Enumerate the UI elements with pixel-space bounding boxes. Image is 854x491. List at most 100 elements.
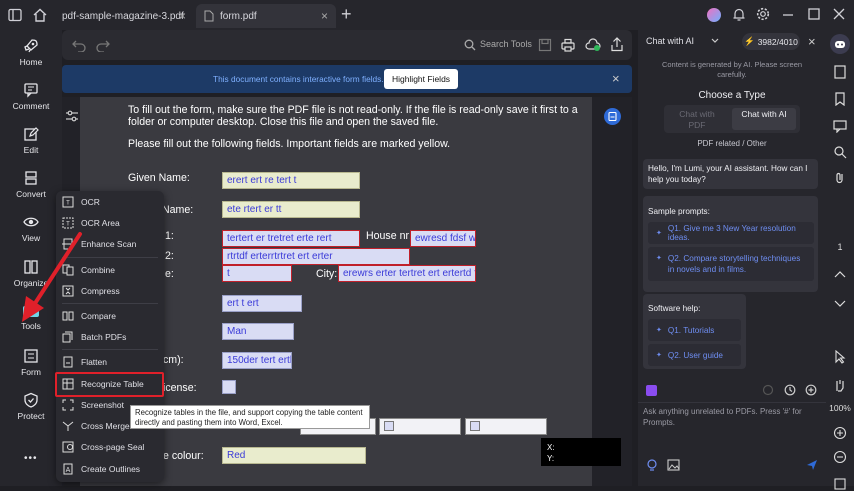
minimize-icon[interactable]	[781, 7, 797, 23]
sidebar-toggle-icon[interactable]	[8, 8, 22, 22]
help-prompt-1[interactable]: ✦ Q1. Tutorials	[648, 319, 741, 341]
greeting-text: Hello, I'm Lumi, your AI assistant. How …	[648, 164, 808, 184]
sidebar-item-comment[interactable]: Comment	[0, 82, 62, 126]
undo-icon[interactable]	[72, 38, 86, 52]
close-icon[interactable]: ×	[321, 9, 328, 23]
license-checkbox[interactable]	[222, 380, 236, 394]
image-upload-icon[interactable]	[667, 459, 680, 471]
checkbox-icon	[384, 421, 394, 431]
cloud-sync-icon[interactable]	[585, 38, 601, 52]
disclaimer: Content is generated by AI. Please scree…	[661, 60, 803, 79]
search-icon[interactable]	[464, 39, 476, 51]
top-toolbar: Search Tools	[62, 30, 632, 60]
maximize-icon[interactable]	[807, 7, 823, 23]
highlight-fields-button[interactable]: Highlight Fields	[384, 69, 458, 89]
menu-item-ocr[interactable]: T OCR	[56, 191, 164, 213]
more-button[interactable]: •••	[24, 453, 38, 464]
pages-icon[interactable]	[833, 65, 847, 79]
tab-label: form.pdf	[220, 10, 257, 22]
settings-sliders-icon[interactable]	[65, 109, 79, 123]
panel-close-icon[interactable]: ×	[808, 34, 816, 49]
redo-icon[interactable]	[96, 38, 110, 52]
menu-item-batch-pdfs[interactable]: Batch PDFs	[56, 326, 164, 348]
window-close-icon[interactable]	[832, 7, 848, 23]
page-number[interactable]: 1	[826, 242, 854, 252]
banner-close-button[interactable]: ×	[612, 71, 620, 86]
sidebar-item-form[interactable]: Form	[0, 348, 62, 392]
prompt-text: Q2. User guide	[667, 350, 723, 360]
label-postcode: e:	[165, 268, 174, 280]
new-chat-icon[interactable]	[805, 384, 817, 396]
close-icon[interactable]: ×	[179, 9, 186, 23]
chevron-down-icon[interactable]	[834, 300, 846, 308]
help-prompt-2[interactable]: ✦ Q2. User guide	[648, 344, 741, 366]
fit-page-icon[interactable]	[833, 477, 847, 491]
search-tools-input[interactable]: Search Tools	[480, 39, 532, 49]
comment-icon	[23, 82, 39, 101]
menu-item-label: Cross Merge	[81, 421, 130, 431]
chevron-down-icon[interactable]	[711, 38, 719, 44]
bookmark-icon[interactable]	[833, 92, 847, 106]
new-tab-button[interactable]: +	[341, 4, 352, 25]
sparkle-icon: ✦	[656, 230, 662, 237]
credits-badge[interactable]: ⚡ 3982/4010	[742, 33, 800, 50]
print-icon[interactable]	[561, 38, 575, 52]
label-address-2: 2:	[165, 250, 174, 262]
recognize-table-tooltip: Recognize tables in the file, and suppor…	[130, 405, 370, 429]
tab-form[interactable]: form.pdf ×	[196, 4, 336, 28]
send-icon[interactable]	[806, 459, 818, 471]
menu-item-create-outlines[interactable]: A Create Outlines	[56, 458, 164, 480]
chat-with-pdf-option[interactable]: Chat with PDF	[670, 109, 724, 131]
sidebar-item-edit[interactable]: Edit	[0, 126, 62, 170]
avatar[interactable]	[707, 8, 721, 22]
menu-item-cross-page-seal[interactable]: Cross-page Seal	[56, 436, 164, 458]
house-nr-field[interactable]: ewresd fdsf w	[410, 230, 476, 247]
language-field-1[interactable]	[379, 418, 461, 435]
country-field[interactable]: ert t ert	[222, 295, 302, 312]
height-field[interactable]: 150der tert ertl	[222, 352, 292, 369]
history-icon[interactable]	[784, 384, 796, 396]
attach-icon[interactable]	[762, 384, 774, 396]
sidebar-item-home[interactable]: Home	[0, 38, 62, 82]
attachment-icon[interactable]	[833, 171, 847, 185]
city-field[interactable]: erewrs erter tertret ert ertertd fr	[338, 265, 476, 282]
sample-prompt-2[interactable]: ✦ Q2. Compare storytelling techniques in …	[648, 247, 814, 281]
gear-icon[interactable]	[756, 7, 772, 23]
coordinate-readout: X: Y:	[541, 438, 621, 466]
language-field-2[interactable]	[465, 418, 547, 435]
select-cursor-icon[interactable]	[833, 350, 847, 364]
chat-with-ai-option[interactable]: Chat with AI	[732, 108, 796, 130]
chat-mode-select[interactable]: Chat with AI	[646, 36, 694, 46]
tab-magazine[interactable]: pdf-sample-magazine-3.pdf ×	[54, 4, 194, 28]
sidebar-item-convert[interactable]: Convert	[0, 170, 62, 214]
colour-field[interactable]: Red	[222, 447, 366, 464]
given-name-field[interactable]: erert ert re tert t	[222, 172, 360, 189]
zoom-out-icon[interactable]	[833, 450, 847, 464]
zoom-in-icon[interactable]	[833, 426, 847, 440]
address-1-field[interactable]: tertert er tretret erte rert	[222, 230, 360, 247]
chevron-up-icon[interactable]	[834, 270, 846, 278]
family-name-field[interactable]: ete rtert er tt	[222, 201, 360, 218]
address-2-field[interactable]: rtrtdf erterrtrtret ert erter	[222, 248, 410, 265]
sidebar-item-protect[interactable]: Protect	[0, 392, 62, 436]
search-panel-icon[interactable]	[833, 145, 847, 159]
sparkle-icon: ✦	[656, 327, 662, 334]
gender-field[interactable]: Man	[222, 323, 294, 340]
menu-item-flatten[interactable]: Flatten	[56, 351, 164, 373]
chat-input[interactable]: Ask anything unrelated to PDFs. Press '#…	[643, 407, 808, 428]
share-icon[interactable]	[610, 37, 624, 52]
postcode-field[interactable]: t	[222, 265, 292, 282]
zoom-level[interactable]: 100%	[826, 403, 854, 413]
sample-prompt-1[interactable]: ✦ Q1. Give me 3 New Year resolution ideas…	[648, 222, 814, 244]
ai-assistant-icon[interactable]	[830, 34, 850, 54]
sparkle-icon: ✦	[656, 255, 662, 262]
home-icon[interactable]	[32, 7, 48, 23]
label-height: cm):	[163, 354, 184, 366]
prompt-library-icon[interactable]	[646, 385, 657, 396]
save-icon[interactable]	[538, 38, 552, 52]
bell-icon[interactable]	[732, 7, 748, 23]
lightbulb-icon[interactable]	[646, 459, 658, 472]
ai-assist-float-icon[interactable]	[604, 108, 621, 125]
comments-panel-icon[interactable]	[833, 119, 847, 133]
hand-tool-icon[interactable]	[833, 378, 847, 392]
